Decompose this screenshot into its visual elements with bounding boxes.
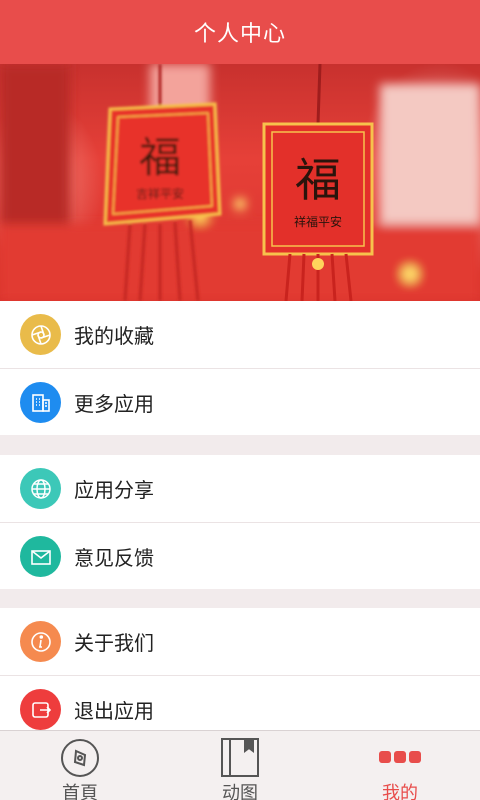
tab-mine[interactable]: 我的 <box>320 731 480 800</box>
banner-image: 福 吉祥平安 福 祥福平安 <box>0 64 480 301</box>
tab-gif[interactable]: 动图 <box>160 731 320 800</box>
disc-icon <box>59 737 101 783</box>
bottom-tab-bar: 首頁 动图 我的 <box>0 730 480 800</box>
svg-text:福: 福 <box>295 153 341 207</box>
menu-item-label: 我的收藏 <box>74 324 154 348</box>
menu-item-label: 关于我们 <box>74 631 154 655</box>
building-icon <box>20 382 61 423</box>
menu-group-3: 关于我们 退出应用 <box>0 608 480 742</box>
menu-item-share[interactable]: 应用分享 <box>0 455 480 522</box>
menu-item-feedback[interactable]: 意见反馈 <box>0 522 480 589</box>
menu-item-about[interactable]: 关于我们 <box>0 608 480 675</box>
menu-group-2: 应用分享 意见反馈 <box>0 455 480 589</box>
banner-illustration: 福 吉祥平安 福 祥福平安 <box>0 64 480 301</box>
svg-text:吉祥平安: 吉祥平安 <box>136 186 184 201</box>
dots-icon <box>378 737 422 783</box>
tab-mine-label: 我的 <box>382 783 418 800</box>
svg-text:祥福平安: 祥福平安 <box>294 214 342 229</box>
menu-item-favorites[interactable]: 我的收藏 <box>0 301 480 368</box>
tab-home-label: 首頁 <box>62 783 98 800</box>
page-title: 个人中心 <box>193 22 286 47</box>
globe-icon <box>20 468 61 509</box>
menu-item-more-apps[interactable]: 更多应用 <box>0 368 480 435</box>
menu-item-label: 更多应用 <box>74 391 154 416</box>
book-icon <box>219 737 261 783</box>
aperture-icon <box>20 314 61 355</box>
title-bar: 个人中心 <box>0 0 480 64</box>
menu-item-label: 意见反馈 <box>74 545 154 570</box>
info-icon <box>20 621 61 662</box>
svg-text:福: 福 <box>139 133 181 182</box>
menu-item-label: 退出应用 <box>74 698 154 723</box>
menu-group-1: 我的收藏 更多应用 <box>0 301 480 435</box>
exit-icon <box>20 689 61 730</box>
mail-icon <box>20 536 61 577</box>
tab-home[interactable]: 首頁 <box>0 731 160 800</box>
app-screen: 个人中心 福 吉祥平安 福 祥福平安 我的收藏 更多应用 应用分享 意见反馈 关… <box>0 0 480 800</box>
tab-gif-label: 动图 <box>222 783 258 800</box>
menu-item-label: 应用分享 <box>74 478 154 502</box>
